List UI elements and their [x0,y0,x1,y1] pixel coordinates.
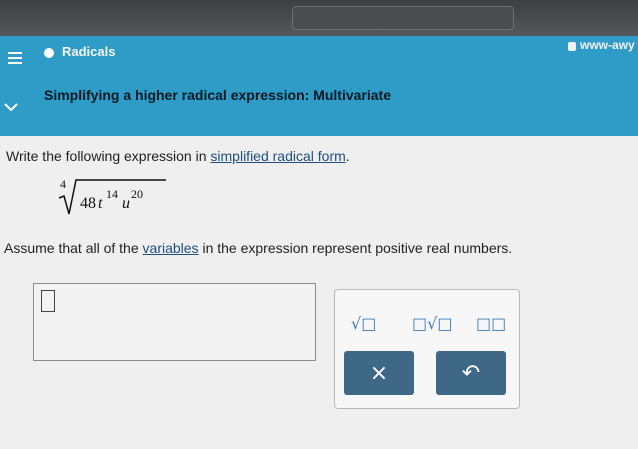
topic-status-icon [44,48,54,58]
note-suffix: in the expression represent positive rea… [198,240,513,256]
topic-title: Radicals [62,44,116,59]
undo-button[interactable]: ↶ [436,351,506,395]
instruction-suffix: . [345,148,350,164]
sqrt-button[interactable]: √□ [351,314,376,338]
radicand-var2: u [122,195,130,212]
variables-link[interactable]: variables [143,240,199,256]
url-display: www-awy [568,38,635,52]
address-bar[interactable] [292,6,514,30]
question-note: Assume that all of the variables in the … [4,240,512,256]
note-prefix: Assume that all of the [4,240,143,256]
radicand-var1: t [98,195,103,212]
input-cursor-box[interactable] [41,290,55,312]
power-button[interactable]: □□ [476,314,506,338]
url-text: www-awy [580,38,635,52]
page-title: Simplifying a higher radical expression:… [44,87,391,103]
answer-input[interactable] [33,283,316,361]
lock-icon [568,41,576,51]
instruction-prefix: Write the following expression in [6,148,211,164]
simplified-radical-form-link[interactable]: simplified radical form [210,148,345,164]
radical-index: 4 [60,177,66,191]
menu-icon[interactable] [8,52,22,66]
chevron-down-icon[interactable] [4,102,18,112]
nth-root-button[interactable]: □√□ [412,314,452,338]
radicand-exp2: 20 [131,187,143,201]
radical-expression: 4 48 t 14 u 20 [58,177,166,215]
clear-button[interactable]: × [344,351,414,395]
question-instruction: Write the following expression in simpli… [6,148,350,164]
radicand-coefficient: 48 [80,195,96,212]
radicand-exp1: 14 [106,187,118,201]
browser-bar [0,0,638,36]
